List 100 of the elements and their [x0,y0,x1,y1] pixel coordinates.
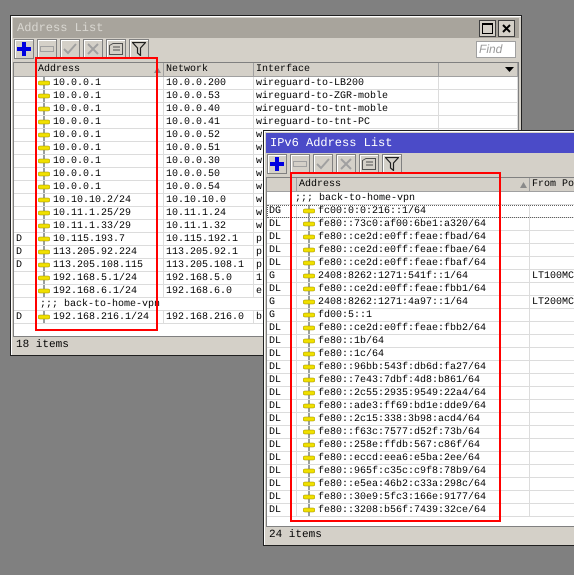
address-text: fd00:5::1 [318,310,372,320]
address-text: fe80::965f:c35c:c9f8:78b9/64 [318,466,486,476]
address-text: 10.0.0.1 [53,130,102,140]
network-text: 113.205.92.1 [166,246,238,258]
flag-text: D [16,246,22,258]
address-icon [38,142,50,154]
flag-text: G [269,310,276,320]
address-text: 10.0.0.1 [53,78,102,88]
address-icon [303,270,315,282]
check-icon [63,43,77,55]
column-header[interactable]: Address [297,178,530,191]
address-text: 10.11.1.25/29 [53,208,132,218]
address-icon [38,233,50,245]
address-text: 192.168.6.1/24 [53,286,138,296]
filter-icon [385,157,399,171]
address-text: 10.0.0.1 [53,90,102,102]
comment-button[interactable] [106,39,126,59]
address-text: fe80::ce2d:e0ff:feae:fbad/64 [318,232,486,242]
flag-text: D [16,260,22,270]
address-icon [303,439,315,451]
flag-text: DL [269,258,282,268]
address-text: fe80::1b/64 [318,336,384,346]
address-text: fe80::258e:ffdb:567:c86f/64 [318,440,480,450]
add-button[interactable] [267,154,287,174]
maximize-button[interactable] [479,20,496,36]
close-icon [502,24,511,32]
interface-text: b [256,312,262,322]
column-header[interactable]: Interface [254,63,439,76]
minus-icon [40,46,54,52]
address-icon [303,205,315,217]
address-text: 10.0.0.1 [53,168,102,180]
network-text: 10.0.0.40 [166,104,220,114]
column-header[interactable]: From Po [530,178,574,191]
flag-text: DL [269,426,282,438]
address-text: 10.10.10.2/24 [53,194,132,206]
address-text: fe80::3208:b56f:7439:32ce/64 [318,504,486,516]
interface-text: w [256,168,262,180]
note-icon [109,43,123,55]
address-text: fe80::ce2d:e0ff:feae:fbaf/64 [318,258,486,268]
address-text: 10.11.1.33/29 [53,220,132,232]
find-field[interactable]: Find [476,40,516,58]
filter-button[interactable] [382,154,402,174]
filter-button[interactable] [129,39,149,59]
cross-icon [87,43,99,55]
flag-text: DG [269,206,282,216]
address-text: fc00:0:0:216::1/64 [318,206,426,216]
address-icon [38,129,50,141]
address-icon [303,374,315,386]
network-text: 10.0.0.52 [166,130,220,140]
flag-text: DL [269,440,282,450]
network-text: 10.0.0.200 [166,78,226,88]
address-text: fe80::ce2d:e0ff:feae:fbb2/64 [318,322,486,334]
flag-text: D [16,234,22,244]
network-text: 192.168.216.0 [166,312,244,322]
check-icon [316,158,330,170]
address-text: fe80::1c/64 [318,348,384,360]
network-text: 10.0.0.30 [166,156,220,166]
network-text: 10.11.1.32 [166,220,226,232]
interface-text: wireguard-to-ZGR-moble [256,90,388,102]
address-text: 113.205.92.224 [53,246,138,258]
address-text: 192.168.216.1/24 [53,312,150,322]
interface-text: p [256,246,262,258]
flag-text: DL [269,284,282,294]
address-icon [38,207,50,219]
flag-text: G [269,296,276,308]
address-text: fe80::ade3:ff69:bd1e:dde9/64 [318,400,486,412]
flag-text: DL [269,322,282,334]
interface-text: w [256,156,262,166]
interface-text: w [256,194,262,206]
status-text: 18 items [16,339,69,351]
flag-text: DL [269,336,282,346]
comment-text: ;;; back-to-home-vpn [295,192,416,204]
address-icon [38,90,50,102]
address-icon [303,309,315,321]
interface-text: wireguard-to-tnt-PC [256,116,370,128]
flag-text: DL [269,244,282,256]
address-icon [38,116,50,128]
address-icon [303,426,315,438]
status-text: 24 items [269,529,322,541]
address-icon [303,413,315,425]
address-text: 10.115.193.7 [53,234,126,244]
filter-icon [132,42,146,56]
column-header[interactable]: Network [164,63,254,76]
comment-button[interactable] [359,154,379,174]
add-button[interactable] [14,39,34,59]
address-text: 10.0.0.1 [53,182,102,192]
address-icon [303,387,315,399]
window-title: IPv6 Address List [270,136,394,150]
address-icon [38,194,50,206]
network-text: 192.168.5.0 [166,272,232,284]
interface-text: w [256,182,262,192]
close-button[interactable] [498,20,515,36]
address-text: 2408:8262:1271:4a97::1/64 [318,296,468,308]
address-icon [303,283,315,295]
address-text: 10.0.0.1 [53,116,102,128]
interface-text: p [256,234,262,244]
network-text: 192.168.6.0 [166,286,232,296]
address-icon [303,296,315,308]
address-icon [38,246,50,258]
interface-text: w [256,208,262,218]
